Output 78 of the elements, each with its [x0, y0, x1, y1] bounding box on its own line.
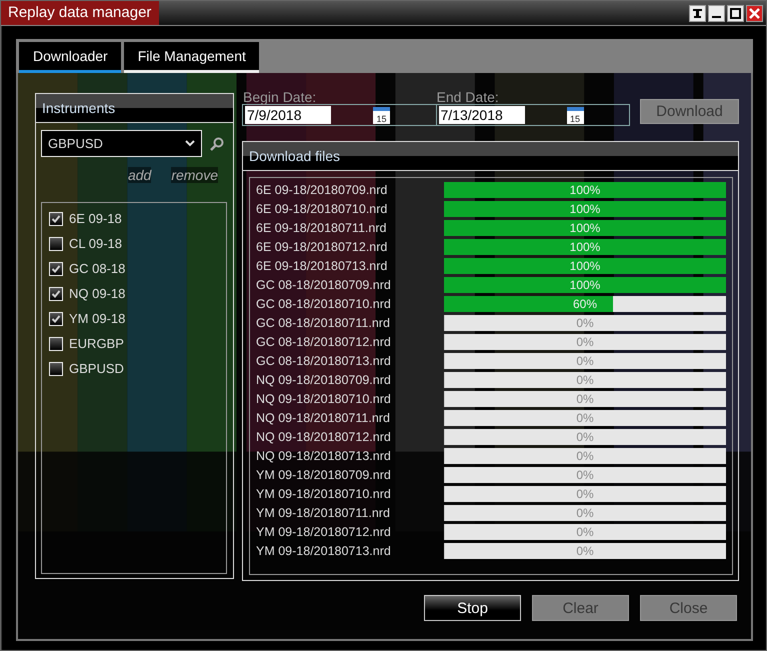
- file-name: 6E 09-18/20180709.nrd: [256, 182, 388, 196]
- date-label: End Date:: [436, 89, 499, 105]
- calendar-icon[interactable]: 15: [373, 106, 390, 124]
- chevron-icon: [185, 140, 195, 147]
- checkbox[interactable]: [49, 262, 63, 276]
- progress-reading: 100%: [570, 258, 600, 272]
- progress-reading: 0%: [576, 430, 594, 444]
- instrument-label: YM 09-18: [69, 311, 126, 326]
- search-icon[interactable]: [210, 136, 224, 150]
- checkbox[interactable]: [49, 286, 63, 300]
- checkbox[interactable]: [49, 336, 63, 350]
- maximize-button[interactable]: [727, 4, 744, 22]
- checkbox[interactable]: [49, 212, 63, 226]
- file-name: YM 09-18/20180710.nrd: [256, 486, 392, 500]
- action-link[interactable]: remove: [171, 167, 218, 183]
- minimize-button[interactable]: [708, 4, 725, 22]
- date-field[interactable]: 7/13/2018: [438, 106, 524, 124]
- instrument-dropdown[interactable]: GBPUSD: [41, 130, 202, 157]
- progress-reading: 0%: [576, 354, 594, 368]
- tab[interactable]: File Management: [124, 42, 259, 73]
- progress-reading: 100%: [570, 278, 600, 292]
- date-label: Begin Date:: [243, 89, 316, 105]
- minimize-icon: [712, 16, 721, 18]
- progress-reading: 0%: [576, 506, 594, 520]
- file-name: GC 08-18/20180709.nrd: [256, 278, 392, 292]
- file-name: GC 08-18/20180712.nrd: [256, 334, 392, 348]
- close-icon: [749, 8, 760, 18]
- progress-reading: 0%: [576, 334, 594, 348]
- file-name: YM 09-18/20180709.nrd: [256, 468, 392, 482]
- instrument-label: 6E 09-18: [69, 211, 122, 226]
- instrument-label: EURGBP: [69, 336, 124, 351]
- checkbox[interactable]: [49, 362, 63, 376]
- file-name: GC 08-18/20180711.nrd: [256, 316, 391, 330]
- instrument-label: CL 09-18: [69, 236, 122, 251]
- pin-button[interactable]: [689, 4, 706, 22]
- progress-reading: 0%: [576, 392, 594, 406]
- instrument-label: GBPUSD: [69, 361, 124, 376]
- progress-reading: 100%: [570, 240, 600, 254]
- action-link[interactable]: add: [128, 167, 152, 183]
- file-name: GC 08-18/20180713.nrd: [256, 354, 392, 368]
- date-field[interactable]: 7/9/2018: [245, 106, 331, 124]
- tab[interactable]: Downloader: [19, 42, 121, 73]
- close-button[interactable]: [746, 4, 763, 22]
- progress-reading: 60%: [572, 296, 598, 310]
- progress-reading: 0%: [576, 524, 594, 538]
- file-name: NQ 09-18/20180712.nrd: [256, 430, 392, 444]
- progress-reading: 0%: [576, 372, 594, 386]
- progress-reading: 0%: [576, 468, 594, 482]
- file-name: NQ 09-18/20180709.nrd: [256, 372, 392, 386]
- file-name: NQ 09-18/20180711.nrd: [256, 410, 391, 424]
- panel-title: Download files: [249, 148, 340, 164]
- maximize-icon: [730, 8, 741, 18]
- file-name: NQ 09-18/20180713.nrd: [256, 448, 392, 462]
- progress-reading: 100%: [570, 220, 600, 234]
- file-name: YM 09-18/20180712.nrd: [256, 524, 392, 538]
- progress-reading: 0%: [576, 448, 594, 462]
- file-name: 6E 09-18/20180711.nrd: [256, 220, 388, 234]
- progress-reading: 0%: [576, 410, 594, 424]
- dialog-button[interactable]: Stop: [424, 595, 521, 621]
- file-name: YM 09-18/20180713.nrd: [256, 544, 392, 558]
- window-title: Replay data manager: [1, 1, 160, 25]
- instrument-label: NQ 09-18: [69, 286, 126, 301]
- file-name: NQ 09-18/20180710.nrd: [256, 392, 392, 406]
- checkbox[interactable]: [49, 312, 63, 326]
- checkbox[interactable]: [49, 236, 63, 250]
- panel-title: Instruments: [42, 100, 116, 116]
- progress-reading: 100%: [570, 182, 600, 196]
- progress-reading: 100%: [570, 202, 600, 216]
- file-name: 6E 09-18/20180710.nrd: [256, 202, 388, 216]
- file-name: GC 08-18/20180710.nrd: [256, 296, 392, 310]
- file-name: YM 09-18/20180711.nrd: [256, 506, 391, 520]
- progress-reading: 0%: [576, 544, 594, 558]
- file-name: 6E 09-18/20180713.nrd: [256, 258, 388, 272]
- progress-reading: 0%: [576, 316, 594, 330]
- pin-icon: [692, 8, 703, 18]
- instrument-label: GC 08-18: [69, 261, 126, 276]
- file-name: 6E 09-18/20180712.nrd: [256, 240, 388, 254]
- progress-reading: 0%: [576, 486, 594, 500]
